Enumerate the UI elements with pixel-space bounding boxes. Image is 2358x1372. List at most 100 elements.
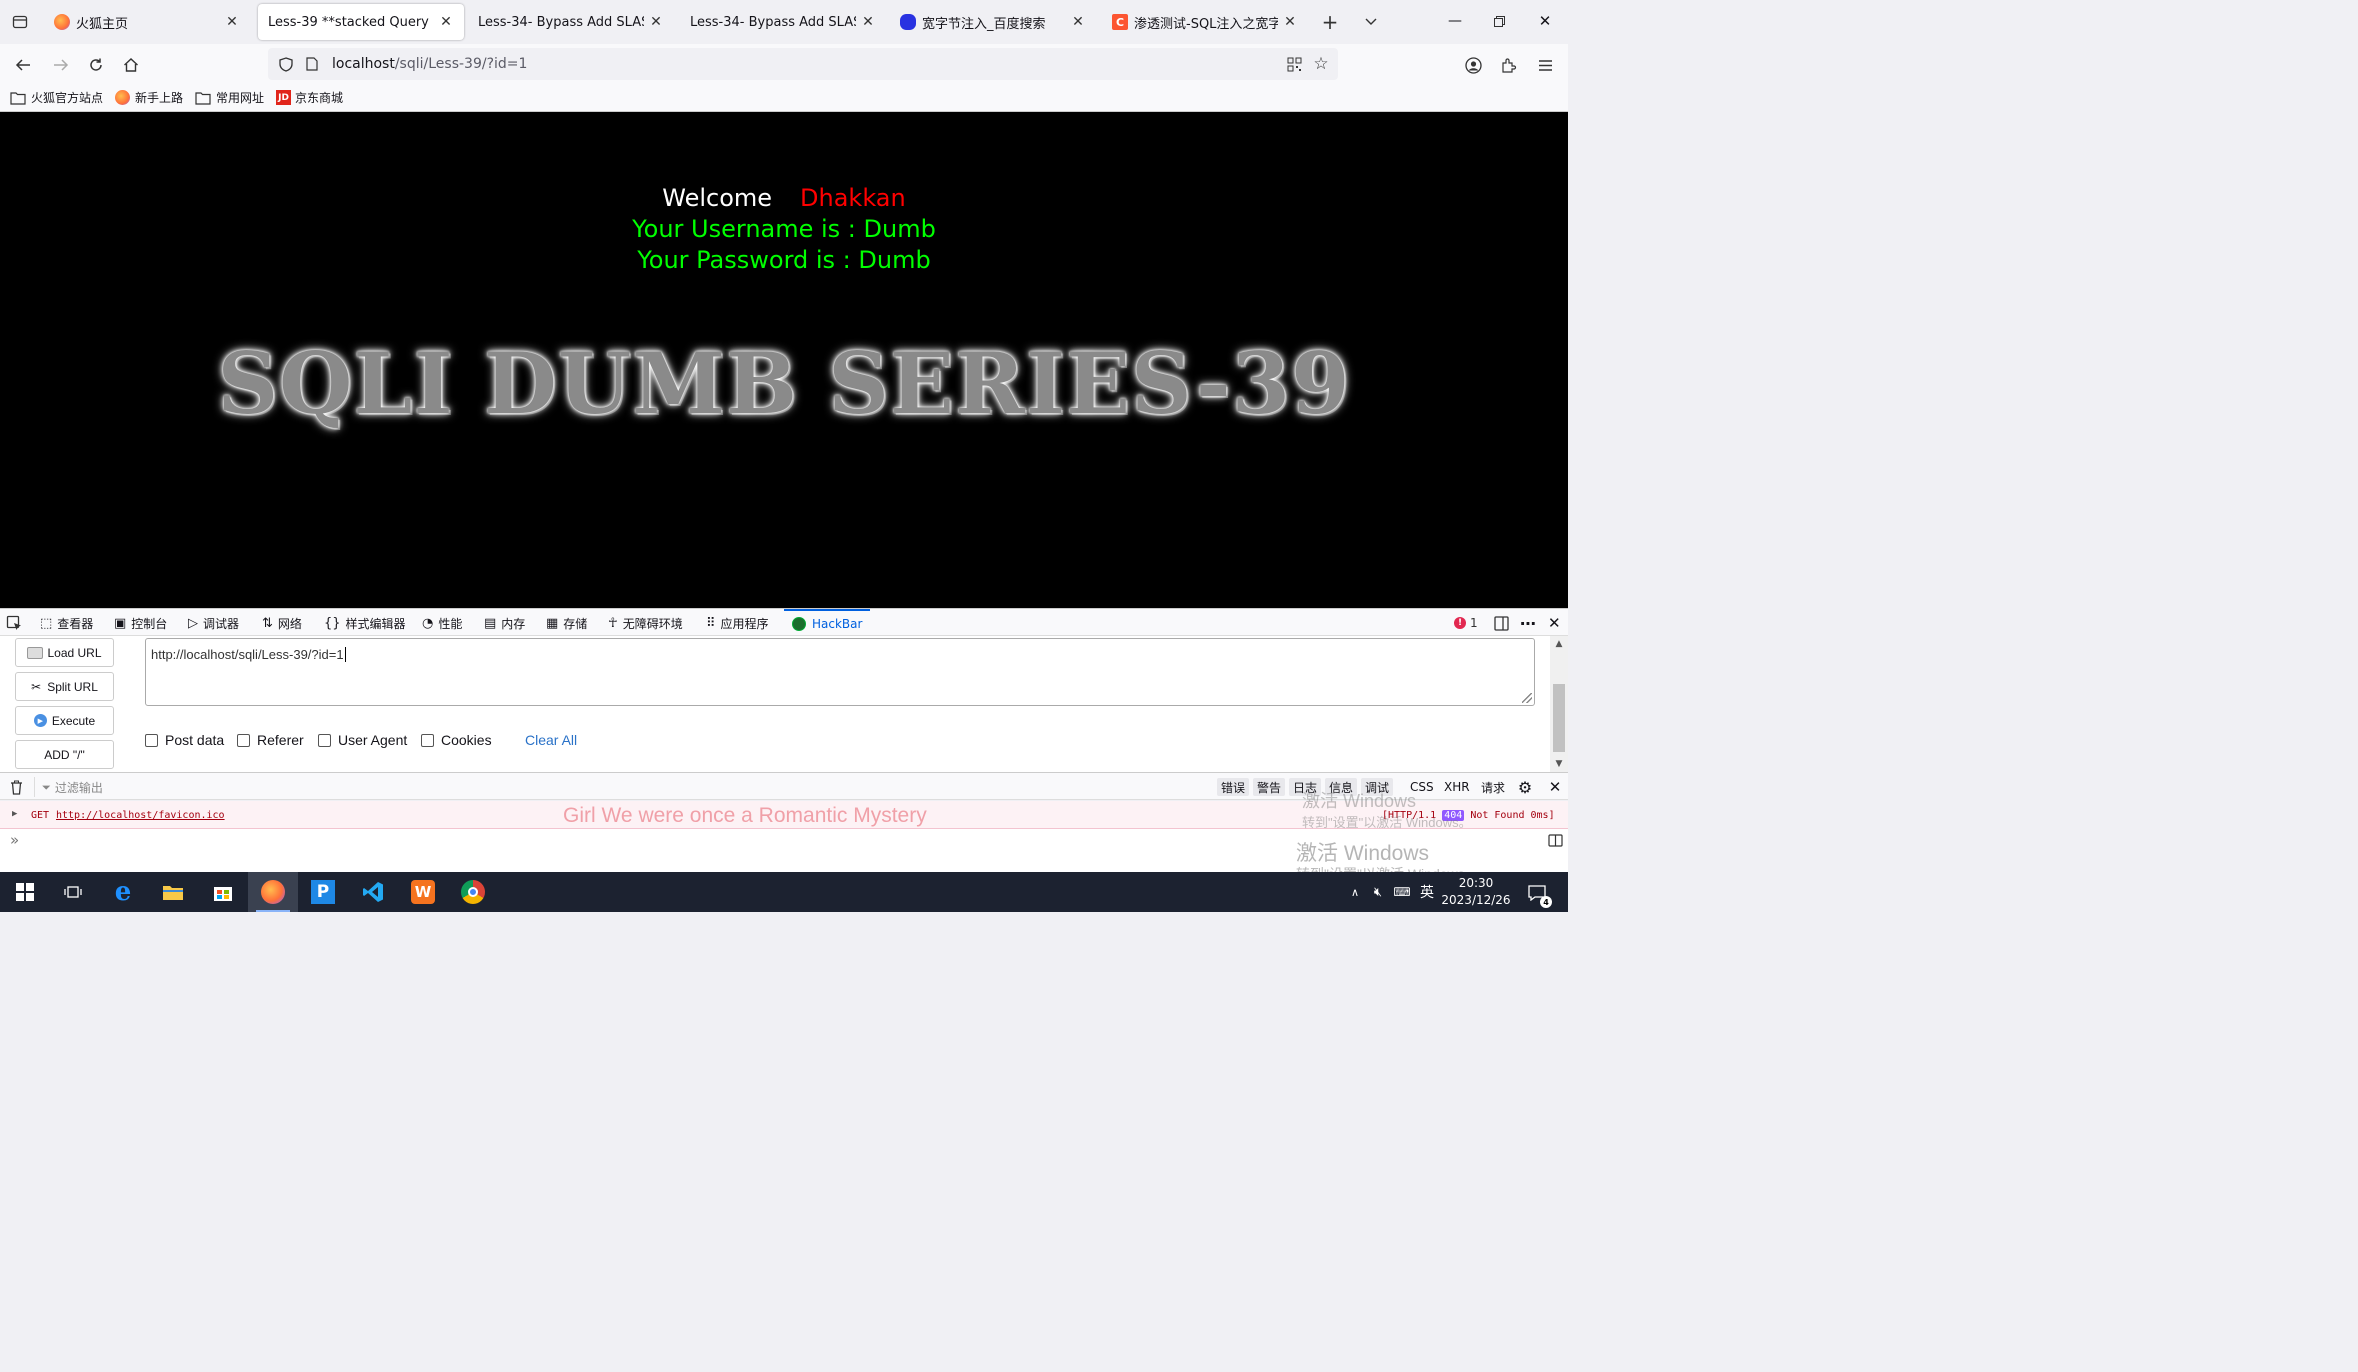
taskbar-vscode[interactable] (348, 872, 398, 912)
devtools-tab-performance[interactable]: ◔ 性能 (422, 609, 462, 637)
filter-xhr[interactable]: XHR (1440, 778, 1474, 796)
series-banner: SQLI DUMB SERIES-39 (217, 334, 1351, 433)
bookmark-getting-started[interactable]: 新手上路 (115, 89, 183, 106)
network-icon[interactable]: ⌨︎ (1393, 884, 1410, 900)
more-options-icon[interactable]: ⋯ (1520, 609, 1536, 637)
clock[interactable]: 20:30 2023/12/26 (1440, 875, 1512, 909)
editor-mode-icon[interactable] (1547, 833, 1563, 847)
hackbar-url-input[interactable]: http://localhost/sqli/Less-39/?id=1 (145, 638, 1535, 706)
menu-icon[interactable] (1534, 54, 1556, 76)
gear-icon[interactable]: ⚙ (1516, 778, 1534, 797)
tab-firefox-home[interactable]: 火狐主页 ✕ (44, 4, 250, 40)
devtools-tab-hackbar[interactable]: HackBar (784, 609, 871, 637)
reload-icon[interactable] (85, 54, 107, 76)
p-app-icon: P (311, 880, 335, 904)
back-icon[interactable] (12, 54, 34, 76)
filter-warnings[interactable]: 警告 (1253, 778, 1286, 796)
speaker-muted-icon[interactable]: 🔇︎ (1370, 884, 1386, 900)
action-center-button[interactable]: 4 (1524, 882, 1552, 908)
devtools-tab-memory[interactable]: ▤ 内存 (484, 609, 525, 637)
tab-csdn[interactable]: C 渗透测试-SQL注入之宽字节注入 ✕ (1102, 4, 1308, 40)
devtools-tab-application[interactable]: ⠿ 应用程序 (706, 609, 769, 637)
star-icon[interactable]: ☆ (1312, 54, 1330, 74)
ime-indicator[interactable]: 英 (1418, 882, 1436, 902)
shield-icon[interactable] (272, 56, 300, 72)
taskbar-chrome[interactable] (448, 872, 498, 912)
minimize-icon[interactable]: — (1440, 8, 1470, 34)
execute-button[interactable]: ▶ Execute (15, 706, 114, 735)
user-agent-checkbox[interactable]: User Agent (318, 732, 407, 748)
url-host: localhost (332, 56, 395, 72)
scroll-up-icon[interactable]: ▲ (1552, 638, 1566, 650)
expand-arrow-icon[interactable]: ▶ (12, 809, 17, 819)
close-icon[interactable]: ✕ (438, 14, 454, 30)
close-icon[interactable]: ✕ (1282, 14, 1298, 30)
referer-checkbox[interactable]: Referer (237, 732, 304, 748)
taskbar-wps[interactable]: W (398, 872, 448, 912)
tab-baidu-search[interactable]: 宽字节注入_百度搜索 ✕ (890, 4, 1096, 40)
devtools-tab-network[interactable]: ⇅ 网络 (262, 609, 302, 637)
forward-icon[interactable] (50, 54, 72, 76)
split-url-button[interactable]: ✂ Split URL (15, 672, 114, 701)
resize-handle[interactable] (1522, 693, 1532, 703)
console-log-row[interactable]: ▶ GET http://localhost/favicon.ico Girl … (0, 791, 1568, 830)
close-icon[interactable]: ✕ (860, 14, 876, 30)
devtools-tab-debugger[interactable]: ▷ 调试器 (188, 609, 239, 637)
window-close-icon[interactable]: ✕ (1530, 8, 1560, 34)
close-icon[interactable]: ✕ (648, 14, 664, 30)
scrollbar[interactable]: ▲ ▼ (1550, 636, 1568, 772)
cookies-checkbox[interactable]: Cookies (421, 732, 492, 748)
scroll-down-icon[interactable]: ▼ (1552, 758, 1566, 770)
error-count-badge[interactable]: ! 1 (1454, 609, 1478, 637)
home-icon[interactable] (120, 54, 142, 76)
qr-code-icon[interactable] (1286, 56, 1302, 72)
bookmark-firefox-official[interactable]: 火狐官方站点 (10, 89, 103, 106)
taskbar-store[interactable] (198, 872, 248, 912)
extensions-icon[interactable] (1498, 54, 1520, 76)
task-view-button[interactable] (48, 872, 98, 912)
url-path: /sqli/Less-39/?id=1 (394, 56, 528, 72)
tab-list-icon[interactable] (6, 10, 34, 34)
devtools-tab-style-editor[interactable]: {} 样式编辑器 (324, 609, 406, 637)
start-button[interactable] (0, 872, 50, 912)
close-icon[interactable]: ✕ (1070, 14, 1086, 30)
devtools-tab-console[interactable]: ▣ 控制台 (114, 609, 167, 637)
devtools-close-icon[interactable]: ✕ (1548, 609, 1561, 637)
tab-less-34-b[interactable]: Less-34- Bypass Add SLASHES ✕ (680, 4, 886, 40)
tab-less-39[interactable]: Less-39 **stacked Query Intiger type** ✕ (258, 4, 464, 40)
tab-title: 渗透测试-SQL注入之宽字节注入 (1134, 16, 1278, 32)
taskbar-p-app[interactable]: P (298, 872, 348, 912)
chevron-down-icon[interactable] (1360, 10, 1382, 34)
devtools-tab-accessibility[interactable]: ☥ 无障碍环境 (608, 609, 683, 637)
restore-icon[interactable] (1484, 8, 1514, 34)
new-tab-icon[interactable]: + (1318, 10, 1342, 34)
taskbar-firefox[interactable] (248, 872, 298, 912)
taskbar-edge[interactable]: e (98, 872, 148, 912)
close-icon[interactable]: ✕ (224, 14, 240, 30)
pick-element-icon[interactable] (6, 609, 26, 637)
tab-less-34[interactable]: Less-34- Bypass Add SLASHES ✕ (468, 4, 674, 40)
url-bar[interactable]: localhost/sqli/Less-39/?id=1 ☆ (268, 48, 1338, 80)
dock-side-icon[interactable] (1494, 609, 1509, 637)
bookmark-common-sites[interactable]: 常用网址 (195, 89, 264, 106)
filter-errors[interactable]: 错误 (1217, 778, 1250, 796)
scroll-thumb[interactable] (1553, 684, 1565, 752)
post-data-checkbox[interactable]: Post data (145, 732, 224, 748)
trash-icon[interactable] (8, 779, 24, 795)
taskbar-file-explorer[interactable] (148, 872, 198, 912)
bookmark-jd[interactable]: JD 京东商城 (276, 89, 343, 106)
checkbox-label: Referer (257, 732, 304, 748)
devtools-tab-storage[interactable]: ▦ 存储 (546, 609, 587, 637)
console-input-row[interactable]: » 激活 Windows 转到"设置"以激活 Windows。 (0, 829, 1568, 882)
devtools-tab-inspector[interactable]: ⬚ 查看器 (40, 609, 93, 637)
bookmark-label: 火狐官方站点 (31, 91, 104, 105)
tray-chevron-icon[interactable]: ∧ (1348, 884, 1362, 900)
account-icon[interactable] (1462, 54, 1484, 76)
filter-output-input[interactable]: ⏷ 过滤输出 (42, 779, 103, 796)
add-slash-button[interactable]: ADD "/" (15, 740, 114, 769)
console-close-icon[interactable]: ✕ (1546, 778, 1564, 796)
load-url-button[interactable]: Load URL (15, 638, 114, 667)
clear-all-button[interactable]: Clear All (525, 732, 577, 748)
filter-requests[interactable]: 请求 (1477, 778, 1509, 796)
log-url-link[interactable]: http://localhost/favicon.ico (56, 810, 225, 821)
